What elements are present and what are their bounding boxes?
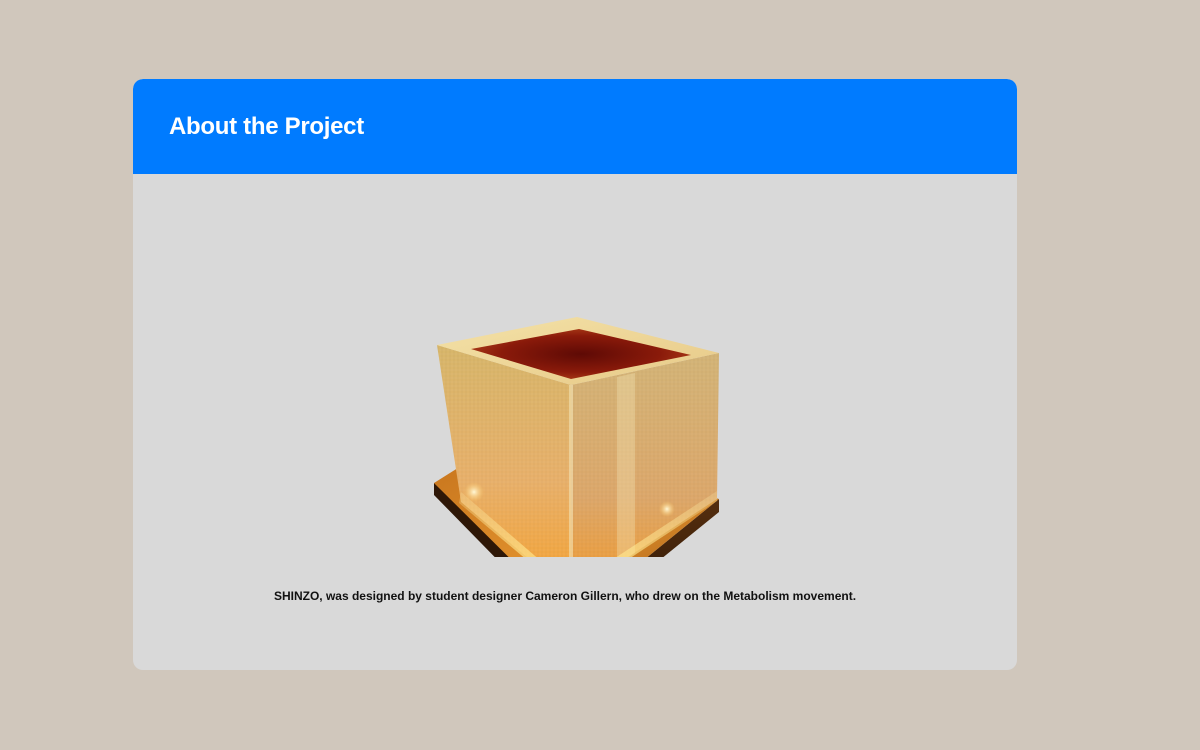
about-card: About the Project SHINZO, was designed b…	[133, 79, 1017, 670]
card-header: About the Project	[133, 79, 1017, 174]
glowing-cube-lamp-image	[434, 317, 719, 557]
page-title: About the Project	[169, 112, 364, 140]
image-caption: SHINZO, was designed by student designer…	[273, 589, 857, 603]
